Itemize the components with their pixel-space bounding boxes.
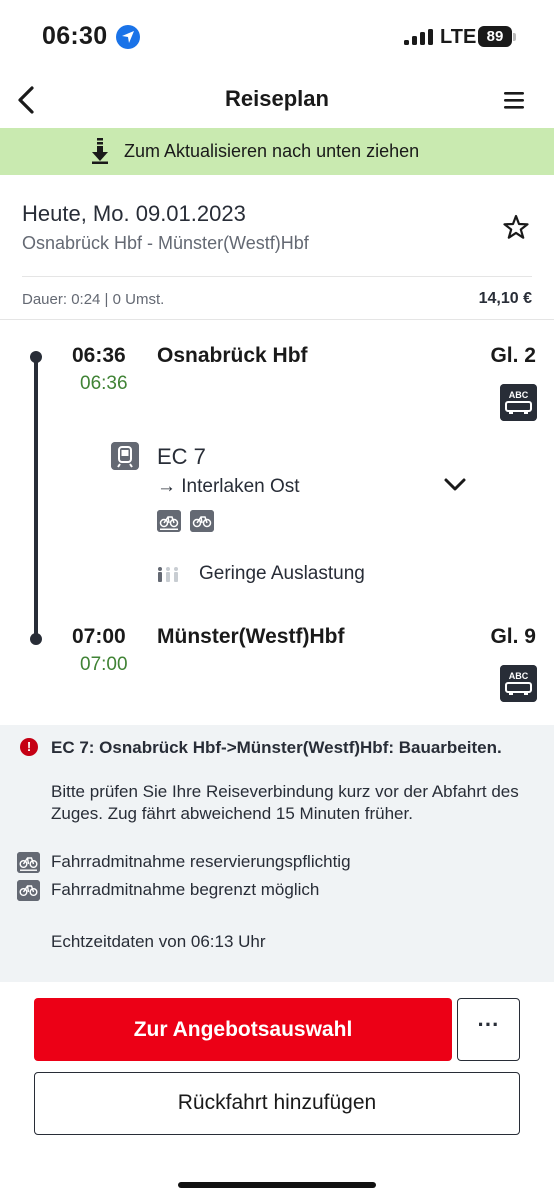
journey-timeline bbox=[34, 357, 38, 639]
trip-price: 14,10 € bbox=[478, 290, 532, 307]
bike-limited-icon bbox=[17, 880, 40, 901]
trip-date: Heute, Mo. 09.01.2023 bbox=[22, 201, 246, 226]
pull-down-arrow-icon bbox=[92, 138, 108, 164]
arrival-realtime: 07:00 bbox=[80, 654, 128, 675]
hamburger-menu-icon[interactable] bbox=[498, 84, 530, 116]
realtime-info: Echtzeitdaten von 06:13 Uhr bbox=[51, 932, 266, 951]
wagon-label: ABC bbox=[509, 390, 529, 400]
wagon-label: ABC bbox=[509, 671, 529, 681]
notice-text: Fahrradmitnahme reservierungspflichtig bbox=[51, 852, 351, 871]
warning-body: Bitte prüfen Sie Ihre Reiseverbindung ku… bbox=[51, 782, 519, 823]
arrival-platform: Gl. 9 bbox=[490, 625, 536, 648]
train-direction: → Interlaken Ost bbox=[157, 476, 300, 497]
home-indicator[interactable] bbox=[178, 1182, 376, 1188]
navigation-bar: Reiseplan bbox=[0, 72, 554, 128]
expand-chevron-icon[interactable] bbox=[440, 470, 470, 500]
warning-icon: ! bbox=[20, 738, 38, 756]
train-name: EC 7 bbox=[157, 444, 206, 469]
bike-reservation-icon bbox=[157, 510, 181, 532]
occupancy-text: Geringe Auslastung bbox=[199, 563, 365, 584]
arrival-station: Münster(Westf)Hbf bbox=[157, 625, 345, 648]
action-bar: Zur Angebotsauswahl ··· Rückfahrt hinzuf… bbox=[0, 982, 554, 1200]
more-options-button[interactable]: ··· bbox=[457, 998, 520, 1061]
wagon-order-icon[interactable]: ABC bbox=[500, 665, 537, 702]
departure-dot bbox=[30, 351, 42, 363]
network-type: LTE bbox=[440, 26, 477, 48]
departure-platform: Gl. 2 bbox=[490, 344, 536, 367]
train-icon bbox=[111, 442, 139, 470]
location-arrow-icon bbox=[116, 25, 140, 49]
status-time: 06:30 bbox=[42, 22, 108, 50]
occupancy-low-icon bbox=[158, 567, 178, 582]
departure-station: Osnabrück Hbf bbox=[157, 344, 308, 367]
offer-selection-button[interactable]: Zur Angebotsauswahl bbox=[34, 998, 452, 1061]
departure-realtime: 06:36 bbox=[80, 373, 128, 394]
pull-to-refresh-banner[interactable]: Zum Aktualisieren nach unten ziehen bbox=[0, 128, 554, 175]
journey-detail: 06:36 06:36 Osnabrück Hbf Gl. 2 ABC EC 7… bbox=[0, 320, 554, 725]
notices-section: ! EC 7: Osnabrück Hbf->Münster(Westf)Hbf… bbox=[0, 725, 554, 982]
trip-route: Osnabrück Hbf - Münster(Westf)Hbf bbox=[22, 233, 309, 253]
signal-strength-icon bbox=[404, 29, 433, 45]
arrival-dot bbox=[30, 633, 42, 645]
trip-summary: Heute, Mo. 09.01.2023 Osnabrück Hbf - Mü… bbox=[0, 175, 554, 320]
battery-tip bbox=[513, 33, 516, 41]
summary-divider bbox=[22, 276, 532, 277]
bike-limited-icon bbox=[190, 510, 214, 532]
arrival-time: 07:00 bbox=[72, 625, 126, 648]
status-bar: 06:30 LTE 89 bbox=[0, 0, 554, 72]
warning-title: EC 7: Osnabrück Hbf->Münster(Westf)Hbf: … bbox=[51, 738, 502, 757]
notice-text: Fahrradmitnahme begrenzt möglich bbox=[51, 880, 320, 899]
bike-reservation-icon bbox=[17, 852, 40, 873]
battery-icon: 89 bbox=[478, 26, 512, 47]
trip-duration: Dauer: 0:24 | 0 Umst. bbox=[22, 291, 165, 308]
add-return-trip-button[interactable]: Rückfahrt hinzufügen bbox=[34, 1072, 520, 1135]
favorite-star-icon[interactable] bbox=[502, 213, 530, 241]
refresh-hint-text: Zum Aktualisieren nach unten ziehen bbox=[124, 141, 420, 161]
departure-time: 06:36 bbox=[72, 344, 126, 367]
wagon-order-icon[interactable]: ABC bbox=[500, 384, 537, 421]
page-title: Reiseplan bbox=[225, 86, 329, 111]
